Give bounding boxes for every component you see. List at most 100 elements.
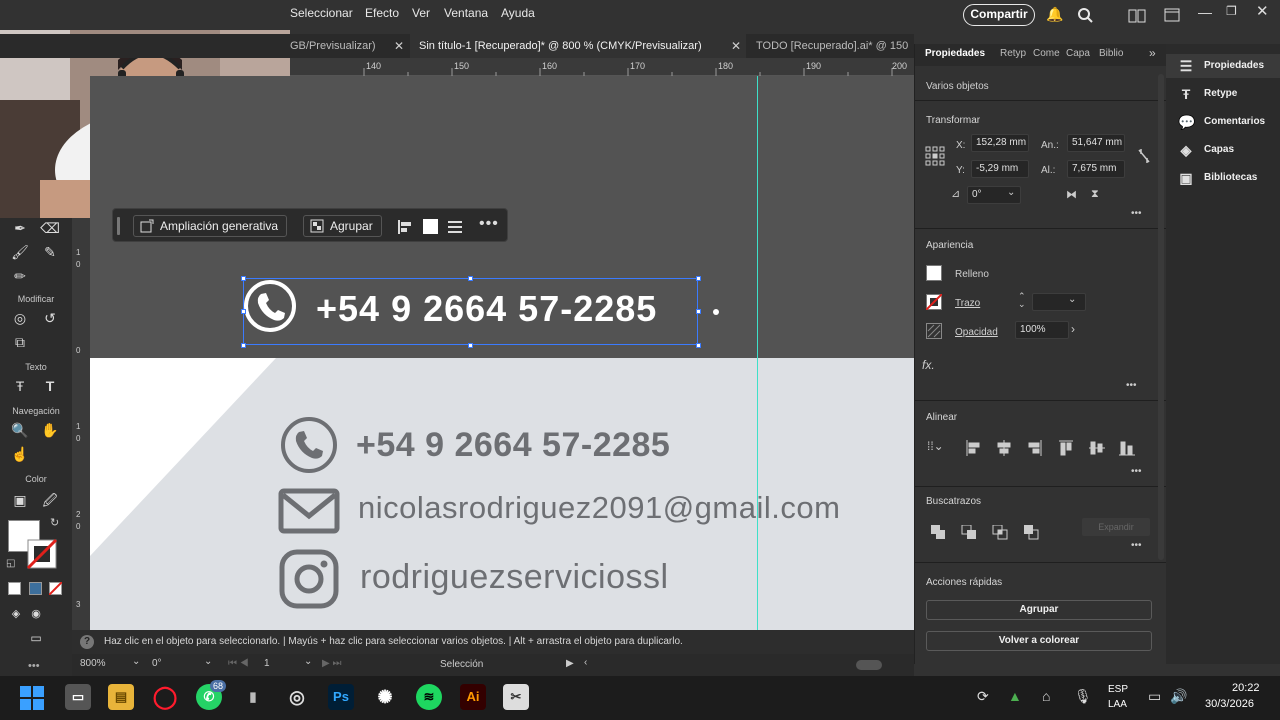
resize-handle[interactable] — [241, 276, 246, 281]
rotate-tool-icon[interactable]: ↺ — [40, 308, 60, 328]
volume-icon[interactable]: 🔊 — [1170, 688, 1187, 705]
task-view-icon[interactable]: ▭ — [65, 684, 91, 710]
snipping-tool-icon[interactable]: ✂ — [503, 684, 529, 710]
tab-active[interactable]: Sin título-1 [Recuperado]* @ 800 % (CMYK… — [410, 34, 746, 58]
chevron-down-icon[interactable]: ⌄ — [132, 656, 140, 667]
stepper-icon[interactable]: ⌃ ⌄ — [1018, 292, 1026, 309]
group-quick-action-button[interactable]: Agrupar — [926, 600, 1152, 620]
app-icon[interactable]: ▮ — [240, 684, 266, 710]
hand-tool-icon[interactable]: ✋ — [40, 420, 60, 440]
reference-point-icon[interactable] — [925, 146, 945, 166]
illustrator-icon[interactable]: Ai — [460, 684, 486, 710]
menu-ventana[interactable]: Ventana — [444, 6, 488, 20]
chevron-right-icon[interactable]: › — [1071, 322, 1075, 336]
expand-button[interactable]: Expandir — [1082, 518, 1150, 536]
restore-icon[interactable]: ❐ — [1226, 4, 1237, 18]
sidebar-item-retype[interactable]: Ŧ Retype — [1166, 82, 1280, 106]
eyedropper-tool-icon[interactable]: 🖉 — [40, 490, 60, 510]
menu-seleccionar[interactable]: Seleccionar — [290, 6, 353, 20]
fx-effects-button[interactable]: fx. — [922, 358, 935, 372]
windows-start-icon[interactable] — [20, 686, 44, 710]
resize-handle[interactable] — [241, 309, 246, 314]
horizontal-ruler[interactable]: 140 150 160 170 180 190 200 — [290, 58, 914, 76]
paintbrush-tool-icon[interactable]: 🖌 — [10, 242, 30, 262]
search-icon[interactable] — [1077, 7, 1093, 23]
menu-ver[interactable]: Ver — [412, 6, 430, 20]
more-options-icon[interactable]: ••• — [1131, 208, 1142, 219]
spotify-icon[interactable]: ≋ — [416, 684, 442, 710]
status-menu-icon[interactable]: ▶ — [566, 658, 574, 669]
stroke-label[interactable]: Trazo — [955, 298, 980, 309]
fill-swatch[interactable] — [926, 265, 942, 281]
edit-toolbar-icon[interactable]: ••• — [28, 660, 40, 672]
align-to-selection-icon[interactable]: ⁞⁞⌄ — [927, 439, 944, 453]
rotation-value[interactable]: 0° — [152, 658, 162, 669]
selection-bounding-box[interactable] — [243, 278, 698, 345]
menu-ayuda[interactable]: Ayuda — [501, 6, 535, 20]
chatgpt-icon[interactable]: ✺ — [372, 684, 398, 710]
default-colors-icon[interactable]: ◱ — [6, 558, 15, 569]
tab-previous[interactable]: GB/Previsualizar) ✕ — [290, 34, 410, 58]
more-options-icon[interactable]: ••• — [1126, 380, 1137, 391]
resize-handle[interactable] — [468, 276, 473, 281]
tab-properties[interactable]: Propiedades — [925, 48, 985, 59]
horizontal-scrollbar-thumb[interactable] — [856, 660, 882, 670]
language-indicator[interactable]: ESP — [1108, 684, 1128, 695]
chevron-down-icon[interactable]: ⌄ — [204, 656, 212, 667]
fill-swatch[interactable] — [423, 219, 438, 234]
more-options-icon[interactable]: ••• — [1131, 540, 1142, 551]
color-mode-icon[interactable] — [8, 582, 21, 595]
minimize-icon[interactable]: — — [1198, 4, 1212, 20]
gradient-tool-icon[interactable]: ▣ — [10, 490, 30, 510]
keyboard-layout[interactable]: LAA — [1108, 699, 1127, 710]
tab-todo[interactable]: TODO [Recuperado].ai* @ 150 — [746, 34, 914, 58]
opacity-label[interactable]: Opacidad — [955, 327, 998, 338]
opacity-field[interactable]: 100% — [1015, 321, 1069, 339]
recolor-button[interactable]: Volver a colorear — [926, 631, 1152, 651]
panel-scrollbar[interactable] — [1158, 74, 1164, 560]
tab-layers[interactable]: Capa — [1066, 48, 1090, 59]
help-icon[interactable]: ? — [80, 635, 94, 649]
tab-comments[interactable]: Come — [1033, 48, 1060, 59]
warp-tool-icon[interactable]: ◎ — [10, 308, 30, 328]
group-button[interactable]: Agrupar — [303, 215, 382, 237]
close-icon[interactable]: ✕ — [394, 34, 404, 58]
center-point-handle[interactable] — [713, 309, 719, 315]
retype-tool-icon[interactable]: Ŧ — [10, 376, 30, 396]
resize-handle[interactable] — [696, 343, 701, 348]
artboard[interactable]: +54 9 2664 57-2285 nicolasrodriguez2091@… — [90, 358, 914, 630]
chevron-down-icon[interactable]: ⌄ — [1068, 294, 1076, 305]
bell-icon[interactable]: 🔔 — [1046, 6, 1063, 23]
vertical-ruler[interactable]: 1 0 0 1 0 2 0 3 — [72, 218, 90, 630]
panel-collapse-icon[interactable]: » — [1149, 46, 1156, 60]
microphone-icon[interactable]: 🎙 — [1074, 688, 1092, 705]
first-artboard-icon[interactable]: ⏮ ◀ — [228, 658, 249, 669]
drag-handle[interactable] — [117, 217, 120, 235]
stroke-color-swatch[interactable] — [26, 538, 58, 570]
tab-retype[interactable]: Retyp — [1000, 48, 1026, 59]
generative-expand-button[interactable]: Ampliación generativa — [133, 215, 288, 237]
photoshop-icon[interactable]: Ps — [328, 684, 354, 710]
sidebar-item-layers[interactable]: ◈ Capas — [1166, 138, 1280, 162]
shape-builder-tool-icon[interactable]: ⧉ — [10, 332, 30, 352]
resize-handle[interactable] — [696, 276, 701, 281]
clock-time[interactable]: 20:22 — [1232, 682, 1260, 694]
scroll-left-icon[interactable]: ‹ — [584, 657, 587, 668]
swap-colors-icon[interactable]: ↻ — [50, 516, 59, 529]
eraser-tool-icon[interactable]: ⌫ — [40, 218, 60, 238]
menu-efecto[interactable]: Efecto — [365, 6, 399, 20]
draw-mode-icon[interactable]: ◈ — [6, 604, 26, 624]
width-field[interactable]: 51,647 mm — [1067, 134, 1125, 152]
chevron-down-icon[interactable]: ⌄ — [1007, 187, 1015, 198]
screen-mode-icon[interactable]: ▭ — [26, 628, 46, 648]
sync-icon[interactable]: ⟳ — [977, 688, 989, 705]
fill-label[interactable]: Relleno — [955, 269, 989, 280]
pen-tool-icon[interactable]: ✒ — [10, 218, 30, 238]
usb-icon[interactable]: ⌂ — [1042, 688, 1050, 704]
tab-libraries[interactable]: Biblio — [1099, 48, 1123, 59]
none-mode-icon[interactable] — [49, 582, 62, 595]
y-position-field[interactable]: -5,29 mm — [971, 160, 1029, 178]
resize-handle[interactable] — [696, 309, 701, 314]
chrome-icon[interactable]: ◎ — [284, 684, 310, 710]
flip-horizontal-icon[interactable]: ⧓ — [1066, 188, 1077, 201]
